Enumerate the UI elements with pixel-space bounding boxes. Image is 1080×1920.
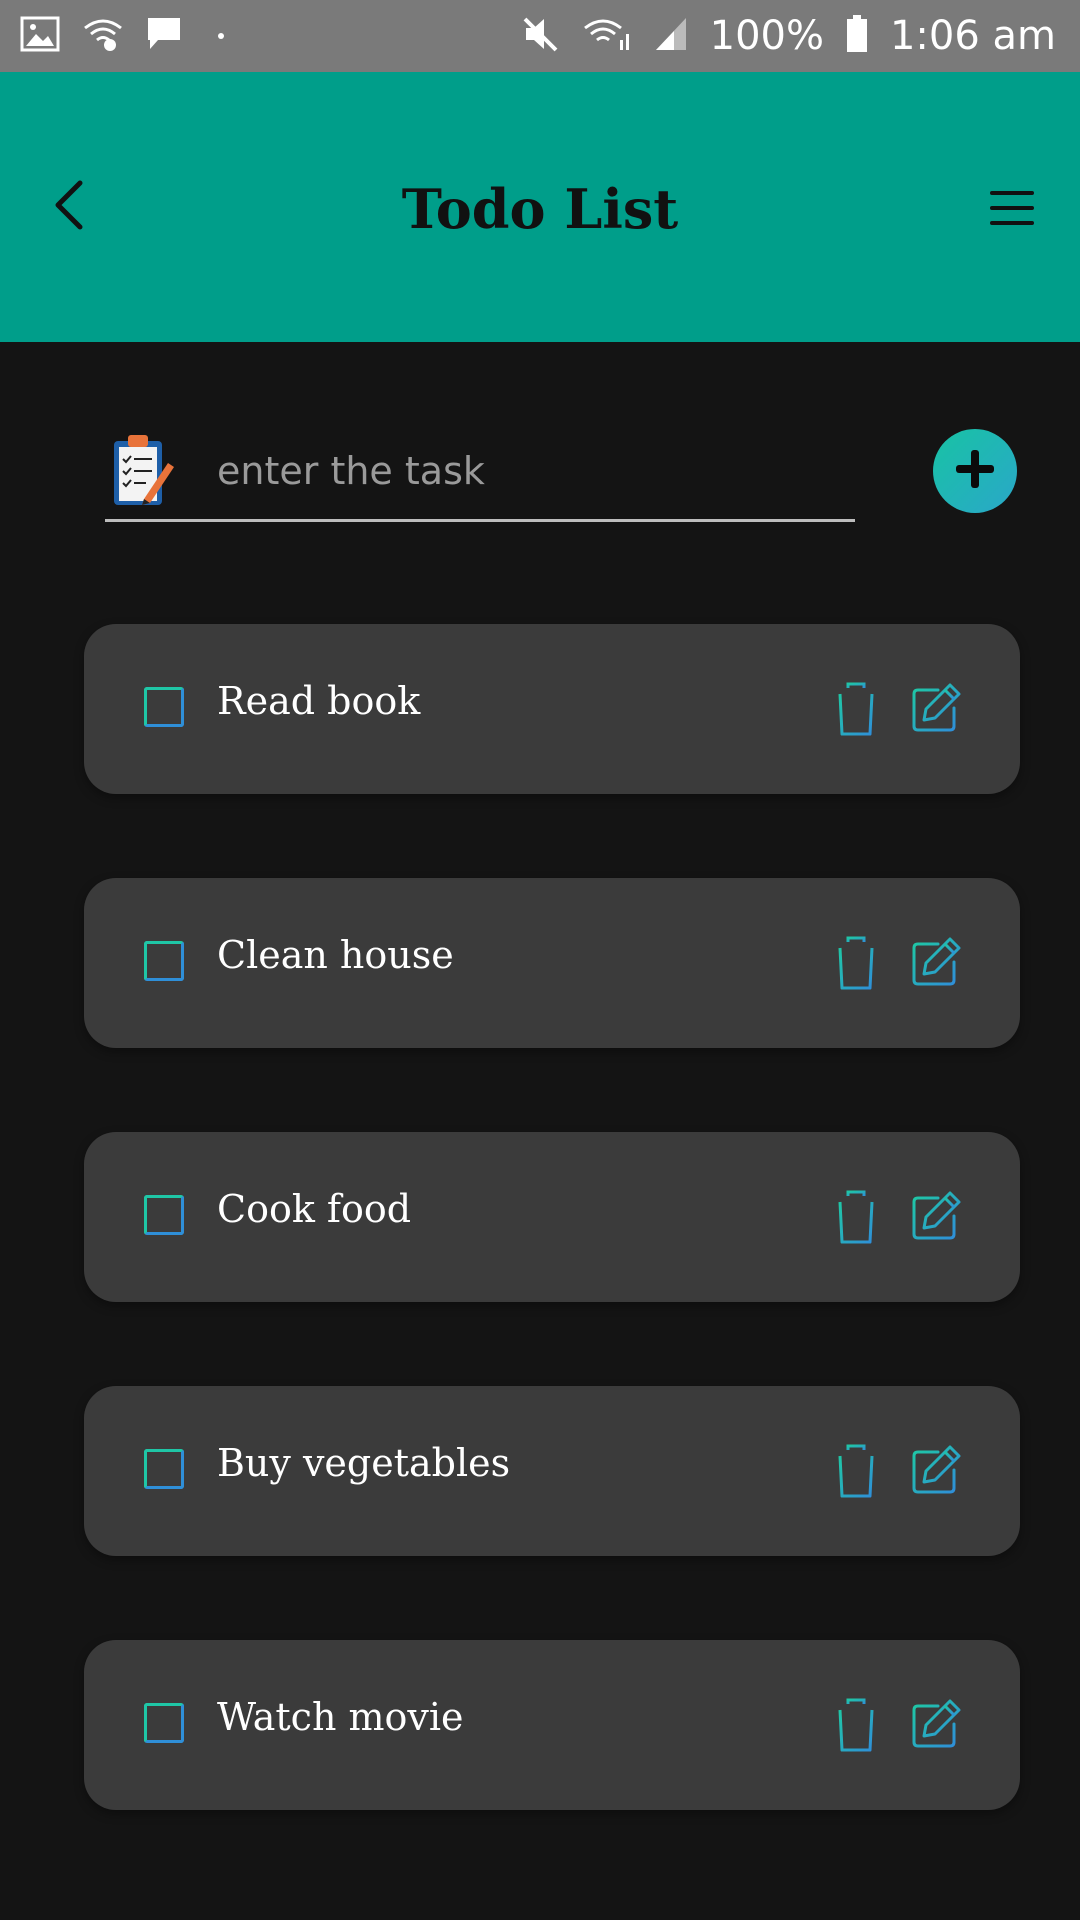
task-input[interactable] — [215, 435, 839, 507]
task-checkbox[interactable] — [144, 687, 184, 727]
edit-icon — [910, 1699, 962, 1754]
task-label: Clean house — [217, 933, 454, 977]
trash-icon — [832, 1444, 880, 1504]
delete-task-button[interactable] — [832, 936, 880, 992]
edit-icon — [910, 683, 962, 738]
battery-percent: 100% — [709, 13, 824, 59]
wifi-icon — [82, 16, 124, 56]
edit-task-button[interactable] — [910, 1190, 962, 1242]
task-checkbox[interactable] — [144, 1449, 184, 1489]
page-title: Todo List — [401, 177, 679, 241]
edit-task-button[interactable] — [910, 1698, 962, 1750]
edit-icon — [910, 1191, 962, 1246]
hamburger-menu-icon — [988, 188, 1036, 232]
status-left — [20, 16, 224, 56]
clipboard-icon — [110, 433, 176, 509]
edit-task-button[interactable] — [910, 1444, 962, 1496]
task-item: Cook food — [84, 1132, 1020, 1302]
edit-task-button[interactable] — [910, 682, 962, 734]
wifi-signal-icon — [582, 16, 632, 56]
edit-icon — [910, 1445, 962, 1500]
add-task-button[interactable] — [933, 429, 1017, 513]
task-label: Read book — [217, 679, 421, 723]
app-bar: Todo List — [0, 72, 1080, 342]
mute-icon — [522, 15, 560, 57]
clock: 1:06 am — [889, 13, 1056, 59]
cell-signal-icon — [654, 16, 688, 56]
task-label: Watch movie — [217, 1695, 464, 1739]
plus-icon — [953, 447, 997, 495]
trash-icon — [832, 682, 880, 742]
message-icon — [146, 16, 182, 56]
task-item: Clean house — [84, 878, 1020, 1048]
trash-icon — [832, 1698, 880, 1758]
edit-icon — [910, 937, 962, 992]
task-item: Buy vegetables — [84, 1386, 1020, 1556]
status-bar: 100% 1:06 am — [0, 0, 1080, 72]
task-checkbox[interactable] — [144, 1195, 184, 1235]
delete-task-button[interactable] — [832, 682, 880, 738]
task-label: Cook food — [217, 1187, 412, 1231]
status-right: 100% 1:06 am — [522, 13, 1056, 59]
delete-task-button[interactable] — [832, 1698, 880, 1754]
task-item: Read book — [84, 624, 1020, 794]
edit-task-button[interactable] — [910, 936, 962, 988]
battery-icon — [846, 15, 868, 57]
delete-task-button[interactable] — [832, 1444, 880, 1500]
menu-button[interactable] — [982, 180, 1042, 240]
task-input-row — [105, 425, 855, 525]
task-label: Buy vegetables — [217, 1441, 511, 1485]
trash-icon — [832, 936, 880, 996]
input-underline — [105, 519, 855, 522]
image-icon — [20, 16, 60, 56]
task-item: Watch movie — [84, 1640, 1020, 1810]
task-checkbox[interactable] — [144, 1703, 184, 1743]
notification-dot — [218, 33, 224, 39]
task-checkbox[interactable] — [144, 941, 184, 981]
delete-task-button[interactable] — [832, 1190, 880, 1246]
trash-icon — [832, 1190, 880, 1250]
